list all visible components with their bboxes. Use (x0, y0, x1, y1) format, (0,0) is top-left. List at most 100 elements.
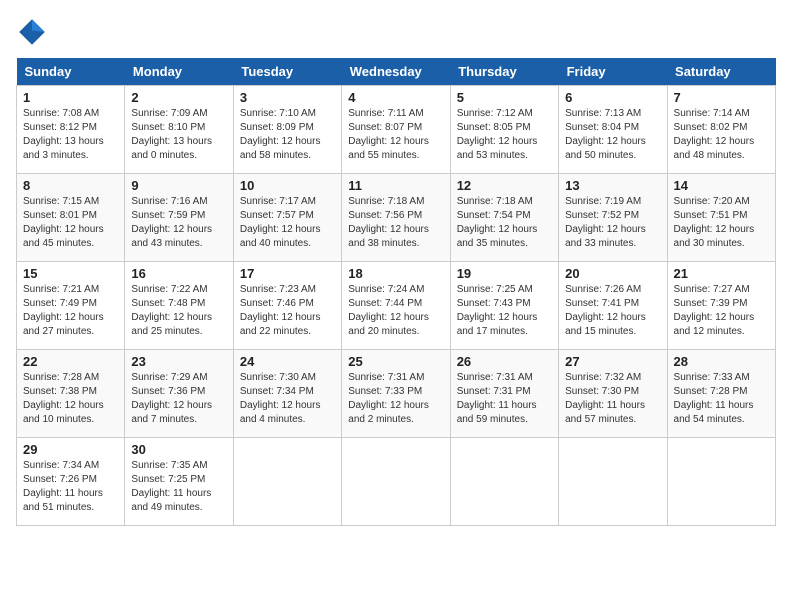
col-wednesday: Wednesday (342, 58, 450, 86)
daylight-label: Daylight: 12 hours and 35 minutes. (457, 224, 538, 249)
day-info: Sunrise: 7:30 AM Sunset: 7:34 PM Dayligh… (240, 371, 335, 427)
sunrise-label: Sunrise: 7:11 AM (348, 108, 423, 119)
daylight-label: Daylight: 12 hours and 22 minutes. (240, 312, 321, 337)
calendar-week-5: 29 Sunrise: 7:34 AM Sunset: 7:26 PM Dayl… (17, 438, 776, 526)
day-info: Sunrise: 7:34 AM Sunset: 7:26 PM Dayligh… (23, 459, 118, 515)
sunrise-label: Sunrise: 7:33 AM (674, 372, 750, 383)
daylight-label: Daylight: 11 hours and 59 minutes. (457, 400, 537, 425)
table-row: 13 Sunrise: 7:19 AM Sunset: 7:52 PM Dayl… (559, 174, 667, 262)
day-number: 14 (674, 178, 769, 193)
sunset-label: Sunset: 7:28 PM (674, 386, 748, 397)
day-number: 19 (457, 266, 552, 281)
table-row: 24 Sunrise: 7:30 AM Sunset: 7:34 PM Dayl… (233, 350, 341, 438)
sunset-label: Sunset: 7:41 PM (565, 298, 639, 309)
table-row (450, 438, 558, 526)
day-number: 5 (457, 90, 552, 105)
daylight-label: Daylight: 12 hours and 45 minutes. (23, 224, 104, 249)
day-number: 20 (565, 266, 660, 281)
daylight-label: Daylight: 12 hours and 55 minutes. (348, 136, 429, 161)
daylight-label: Daylight: 12 hours and 58 minutes. (240, 136, 321, 161)
sunset-label: Sunset: 8:04 PM (565, 122, 639, 133)
table-row: 25 Sunrise: 7:31 AM Sunset: 7:33 PM Dayl… (342, 350, 450, 438)
daylight-label: Daylight: 12 hours and 2 minutes. (348, 400, 429, 425)
col-sunday: Sunday (17, 58, 125, 86)
day-number: 15 (23, 266, 118, 281)
sunrise-label: Sunrise: 7:13 AM (565, 108, 641, 119)
sunset-label: Sunset: 7:26 PM (23, 474, 97, 485)
daylight-label: Daylight: 12 hours and 10 minutes. (23, 400, 104, 425)
sunset-label: Sunset: 7:57 PM (240, 210, 314, 221)
sunset-label: Sunset: 7:56 PM (348, 210, 422, 221)
day-number: 12 (457, 178, 552, 193)
table-row: 4 Sunrise: 7:11 AM Sunset: 8:07 PM Dayli… (342, 86, 450, 174)
page-header (16, 16, 776, 48)
sunset-label: Sunset: 8:05 PM (457, 122, 531, 133)
daylight-label: Daylight: 12 hours and 40 minutes. (240, 224, 321, 249)
sunrise-label: Sunrise: 7:32 AM (565, 372, 641, 383)
sunrise-label: Sunrise: 7:20 AM (674, 196, 750, 207)
day-info: Sunrise: 7:29 AM Sunset: 7:36 PM Dayligh… (131, 371, 226, 427)
sunrise-label: Sunrise: 7:19 AM (565, 196, 641, 207)
calendar-body: 1 Sunrise: 7:08 AM Sunset: 8:12 PM Dayli… (17, 86, 776, 526)
day-info: Sunrise: 7:23 AM Sunset: 7:46 PM Dayligh… (240, 283, 335, 339)
sunrise-label: Sunrise: 7:09 AM (131, 108, 207, 119)
sunrise-label: Sunrise: 7:27 AM (674, 284, 750, 295)
calendar-week-3: 15 Sunrise: 7:21 AM Sunset: 7:49 PM Dayl… (17, 262, 776, 350)
table-row: 28 Sunrise: 7:33 AM Sunset: 7:28 PM Dayl… (667, 350, 775, 438)
sunrise-label: Sunrise: 7:12 AM (457, 108, 533, 119)
table-row: 18 Sunrise: 7:24 AM Sunset: 7:44 PM Dayl… (342, 262, 450, 350)
day-number: 13 (565, 178, 660, 193)
sunrise-label: Sunrise: 7:08 AM (23, 108, 99, 119)
day-info: Sunrise: 7:31 AM Sunset: 7:31 PM Dayligh… (457, 371, 552, 427)
sunrise-label: Sunrise: 7:35 AM (131, 460, 207, 471)
table-row: 22 Sunrise: 7:28 AM Sunset: 7:38 PM Dayl… (17, 350, 125, 438)
sunset-label: Sunset: 7:38 PM (23, 386, 97, 397)
sunrise-label: Sunrise: 7:17 AM (240, 196, 316, 207)
sunset-label: Sunset: 7:49 PM (23, 298, 97, 309)
col-thursday: Thursday (450, 58, 558, 86)
sunrise-label: Sunrise: 7:22 AM (131, 284, 207, 295)
day-info: Sunrise: 7:14 AM Sunset: 8:02 PM Dayligh… (674, 107, 769, 163)
day-info: Sunrise: 7:13 AM Sunset: 8:04 PM Dayligh… (565, 107, 660, 163)
day-info: Sunrise: 7:18 AM Sunset: 7:54 PM Dayligh… (457, 195, 552, 251)
sunset-label: Sunset: 8:12 PM (23, 122, 97, 133)
header-row: Sunday Monday Tuesday Wednesday Thursday… (17, 58, 776, 86)
day-info: Sunrise: 7:16 AM Sunset: 7:59 PM Dayligh… (131, 195, 226, 251)
calendar-header: Sunday Monday Tuesday Wednesday Thursday… (17, 58, 776, 86)
sunset-label: Sunset: 7:46 PM (240, 298, 314, 309)
sunset-label: Sunset: 7:59 PM (131, 210, 205, 221)
table-row (667, 438, 775, 526)
sunrise-label: Sunrise: 7:23 AM (240, 284, 316, 295)
day-info: Sunrise: 7:19 AM Sunset: 7:52 PM Dayligh… (565, 195, 660, 251)
daylight-label: Daylight: 11 hours and 57 minutes. (565, 400, 645, 425)
day-info: Sunrise: 7:21 AM Sunset: 7:49 PM Dayligh… (23, 283, 118, 339)
table-row: 21 Sunrise: 7:27 AM Sunset: 7:39 PM Dayl… (667, 262, 775, 350)
day-number: 24 (240, 354, 335, 369)
day-info: Sunrise: 7:22 AM Sunset: 7:48 PM Dayligh… (131, 283, 226, 339)
day-info: Sunrise: 7:17 AM Sunset: 7:57 PM Dayligh… (240, 195, 335, 251)
daylight-label: Daylight: 12 hours and 4 minutes. (240, 400, 321, 425)
table-row: 29 Sunrise: 7:34 AM Sunset: 7:26 PM Dayl… (17, 438, 125, 526)
table-row: 17 Sunrise: 7:23 AM Sunset: 7:46 PM Dayl… (233, 262, 341, 350)
sunset-label: Sunset: 7:36 PM (131, 386, 205, 397)
table-row (233, 438, 341, 526)
day-number: 11 (348, 178, 443, 193)
table-row (342, 438, 450, 526)
sunrise-label: Sunrise: 7:24 AM (348, 284, 424, 295)
daylight-label: Daylight: 12 hours and 38 minutes. (348, 224, 429, 249)
col-monday: Monday (125, 58, 233, 86)
sunset-label: Sunset: 7:54 PM (457, 210, 531, 221)
daylight-label: Daylight: 12 hours and 30 minutes. (674, 224, 755, 249)
sunrise-label: Sunrise: 7:31 AM (348, 372, 424, 383)
day-number: 10 (240, 178, 335, 193)
sunrise-label: Sunrise: 7:28 AM (23, 372, 99, 383)
day-number: 23 (131, 354, 226, 369)
sunrise-label: Sunrise: 7:26 AM (565, 284, 641, 295)
daylight-label: Daylight: 11 hours and 54 minutes. (674, 400, 754, 425)
sunset-label: Sunset: 7:43 PM (457, 298, 531, 309)
daylight-label: Daylight: 12 hours and 43 minutes. (131, 224, 212, 249)
table-row: 5 Sunrise: 7:12 AM Sunset: 8:05 PM Dayli… (450, 86, 558, 174)
table-row: 16 Sunrise: 7:22 AM Sunset: 7:48 PM Dayl… (125, 262, 233, 350)
day-number: 9 (131, 178, 226, 193)
sunrise-label: Sunrise: 7:25 AM (457, 284, 533, 295)
